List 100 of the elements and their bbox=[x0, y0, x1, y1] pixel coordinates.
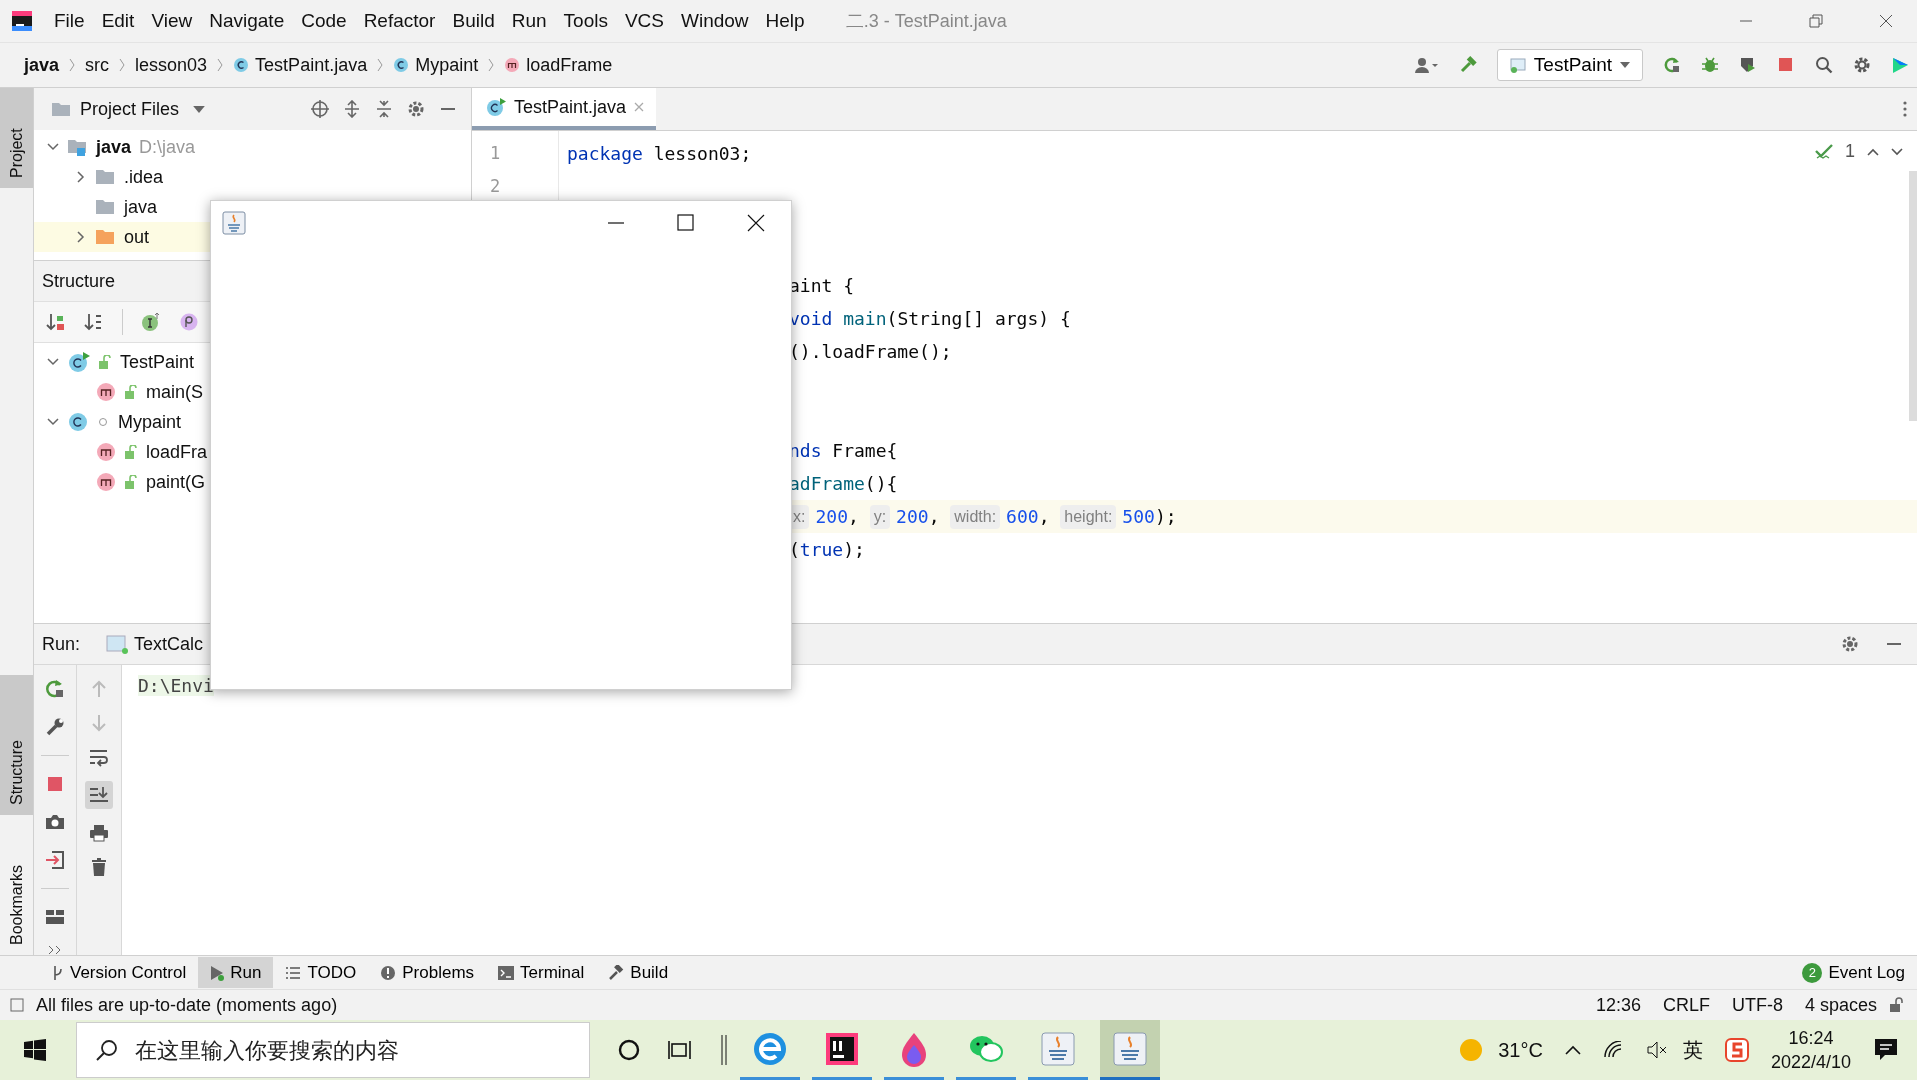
structure-item[interactable]: Mypaint bbox=[118, 411, 182, 433]
editor-tab[interactable]: TestPaint.java bbox=[472, 88, 657, 130]
close-icon[interactable] bbox=[1879, 14, 1893, 28]
property-icon[interactable] bbox=[179, 312, 199, 332]
search-field[interactable]: 在这里输入你要搜索的内容 bbox=[76, 1022, 590, 1078]
menu-item[interactable]: VCS bbox=[624, 10, 664, 32]
menu-item[interactable]: Edit bbox=[101, 10, 135, 32]
locate-icon[interactable] bbox=[311, 100, 329, 118]
class-icon bbox=[68, 412, 88, 432]
check-icon[interactable] bbox=[1815, 143, 1833, 160]
tree-item[interactable]: java bbox=[124, 196, 158, 218]
tree-item[interactable]: .idea bbox=[124, 166, 164, 188]
breadcrumb[interactable]: loadFrame bbox=[496, 54, 621, 76]
toolbox-icon[interactable] bbox=[1891, 56, 1909, 74]
soft-wrap-icon[interactable] bbox=[89, 747, 109, 767]
maximize-icon[interactable] bbox=[677, 214, 695, 232]
structure-item[interactable]: paint(G bbox=[146, 471, 206, 493]
hammer-icon[interactable] bbox=[1458, 56, 1477, 74]
run-config-dropdown[interactable]: TestPaint bbox=[1496, 49, 1643, 81]
event-log-button[interactable]: 2 Event Log bbox=[1790, 957, 1917, 988]
structure-item[interactable]: TestPaint bbox=[120, 351, 195, 373]
menu-item[interactable]: Navigate bbox=[209, 10, 285, 32]
start-icon[interactable] bbox=[24, 1039, 46, 1061]
cortana-icon[interactable] bbox=[618, 1039, 640, 1061]
scrollbar[interactable] bbox=[1909, 171, 1917, 421]
settings-icon[interactable] bbox=[1841, 635, 1859, 653]
menu-item[interactable]: File bbox=[54, 10, 85, 32]
search-icon[interactable] bbox=[1815, 56, 1833, 74]
layout-icon[interactable] bbox=[45, 907, 65, 927]
settings-icon[interactable] bbox=[1853, 56, 1871, 74]
tool-window-button[interactable]: Terminal bbox=[486, 957, 597, 988]
scroll-to-end-icon[interactable] bbox=[85, 781, 113, 809]
breadcrumb[interactable]: src bbox=[77, 54, 118, 76]
notification-icon[interactable] bbox=[1873, 1037, 1899, 1063]
restore-icon[interactable] bbox=[1809, 14, 1823, 28]
menu-item[interactable]: View bbox=[151, 10, 193, 32]
close-icon[interactable] bbox=[747, 214, 765, 232]
chevron-up-icon[interactable] bbox=[1564, 1045, 1581, 1055]
status-item[interactable]: CRLF bbox=[1662, 994, 1710, 1016]
collapse-all-icon[interactable] bbox=[375, 100, 393, 118]
breadcrumb[interactable]: Mypaint bbox=[385, 54, 487, 76]
breadcrumb[interactable]: java bbox=[16, 54, 68, 76]
caret-icon[interactable] bbox=[193, 105, 206, 113]
more-icon[interactable] bbox=[1903, 101, 1907, 117]
tree-item[interactable]: out bbox=[124, 226, 150, 248]
breadcrumb[interactable]: lesson03 bbox=[127, 54, 216, 76]
stop-icon[interactable] bbox=[1777, 56, 1795, 74]
sort-visibility-icon[interactable] bbox=[46, 312, 66, 332]
menu-item[interactable]: Run bbox=[511, 10, 547, 32]
print-icon[interactable] bbox=[89, 823, 109, 843]
stop-icon[interactable] bbox=[45, 774, 65, 794]
tool-window-button[interactable]: Build bbox=[596, 957, 681, 988]
menu-item[interactable]: Code bbox=[301, 10, 347, 32]
breadcrumb[interactable]: TestPaint.java bbox=[225, 54, 376, 76]
clock-time[interactable]: 16:24 bbox=[1788, 1026, 1834, 1050]
menu-item[interactable]: Build bbox=[452, 10, 495, 32]
coverage-icon[interactable] bbox=[1739, 56, 1757, 74]
inherited-icon[interactable] bbox=[141, 312, 161, 332]
expand-all-icon[interactable] bbox=[343, 100, 361, 118]
structure-item[interactable]: loadFra bbox=[146, 441, 208, 463]
tool-window-button[interactable]: Version Control bbox=[40, 957, 199, 988]
clock-date[interactable]: 2022/4/10 bbox=[1770, 1050, 1851, 1074]
sort-alpha-icon[interactable] bbox=[84, 312, 104, 332]
tool-window-tab[interactable]: Project bbox=[0, 88, 33, 188]
status-item[interactable]: UTF-8 bbox=[1731, 994, 1783, 1016]
login-icon[interactable] bbox=[45, 850, 65, 870]
user-icon[interactable] bbox=[1414, 57, 1439, 73]
chevron-icon bbox=[377, 58, 384, 72]
rerun-icon[interactable] bbox=[45, 679, 65, 699]
menu-item[interactable]: Tools bbox=[563, 10, 608, 32]
tool-window-tab[interactable]: Structure bbox=[0, 675, 33, 815]
debug-icon[interactable] bbox=[1701, 56, 1719, 74]
camera-icon[interactable] bbox=[45, 812, 65, 832]
status-item[interactable]: 4 spaces bbox=[1804, 994, 1877, 1016]
rerun-icon[interactable] bbox=[1663, 56, 1681, 74]
menu-item[interactable]: Help bbox=[765, 10, 805, 32]
tree-item[interactable]: java bbox=[96, 136, 132, 158]
menu-item[interactable]: Refactor bbox=[363, 10, 436, 32]
coffee-cup-icon bbox=[1112, 1030, 1148, 1067]
input-method-icon[interactable] bbox=[1724, 1038, 1749, 1062]
structure-item[interactable]: main(S bbox=[146, 381, 203, 403]
inspection-count[interactable]: 1 bbox=[1845, 141, 1855, 162]
task-view-icon[interactable] bbox=[668, 1039, 692, 1061]
menu-item[interactable]: Window bbox=[681, 10, 749, 32]
input-language[interactable]: 英 bbox=[1682, 1036, 1703, 1064]
tool-window-button[interactable]: Problems bbox=[368, 957, 487, 988]
run-tab[interactable]: TextCalc bbox=[106, 633, 204, 655]
more-chevron-icon[interactable] bbox=[48, 945, 62, 955]
weather-temperature[interactable]: 31°C bbox=[1498, 1038, 1543, 1062]
unlock-icon[interactable] bbox=[1889, 997, 1903, 1013]
speaker-muted-icon[interactable] bbox=[1646, 1041, 1669, 1059]
panel-title[interactable]: Project Files bbox=[80, 98, 180, 120]
wrench-icon[interactable] bbox=[45, 717, 65, 737]
settings-icon[interactable] bbox=[407, 100, 425, 118]
code-token: main bbox=[842, 307, 887, 331]
panel-toggle-icon[interactable] bbox=[10, 998, 24, 1012]
tool-window-button[interactable]: Run bbox=[198, 957, 274, 988]
tool-window-button[interactable]: TODO bbox=[273, 957, 369, 988]
status-item[interactable]: 12:36 bbox=[1595, 994, 1641, 1016]
trash-icon[interactable] bbox=[89, 857, 109, 877]
